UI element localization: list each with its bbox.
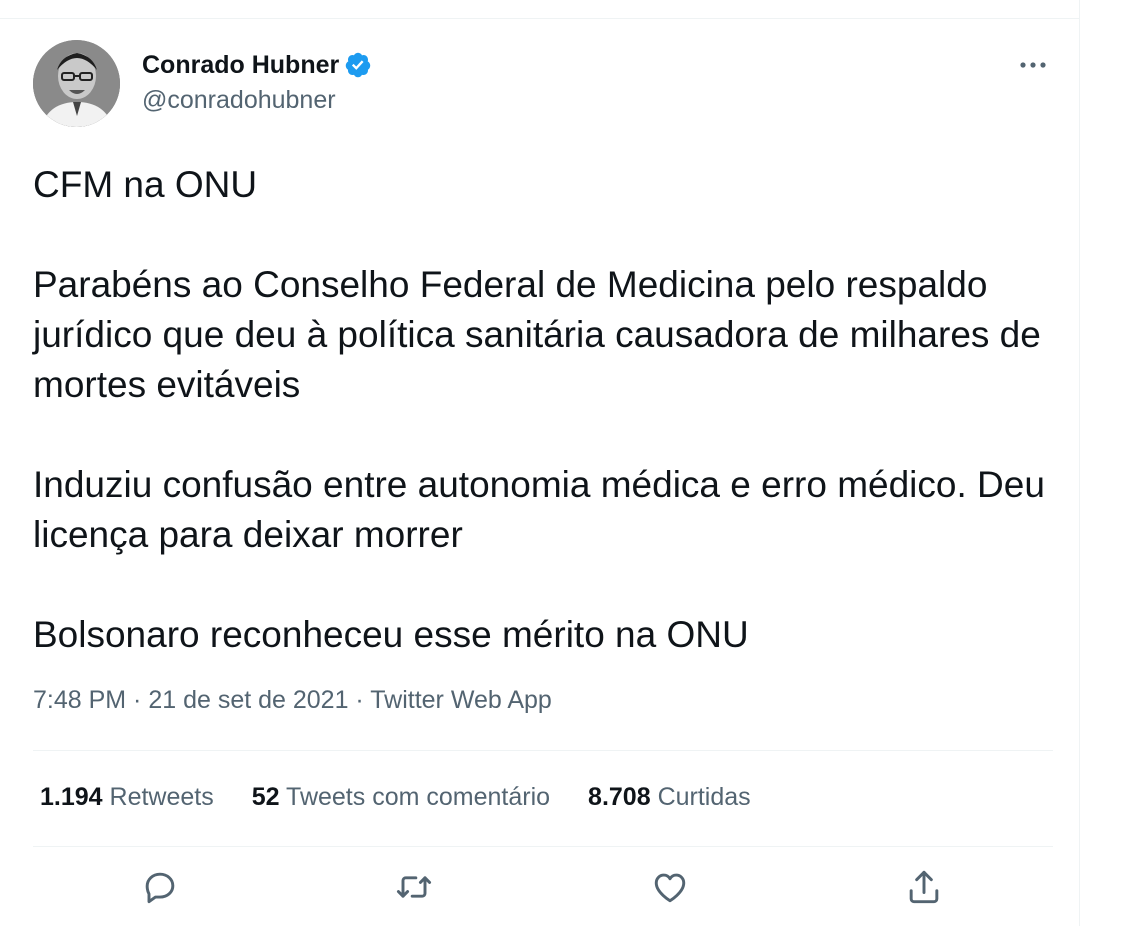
likes-count: 8.708 [588, 783, 651, 811]
top-divider [0, 18, 1080, 19]
retweets-label: Retweets [109, 783, 214, 811]
divider [33, 846, 1053, 847]
action-bar [0, 865, 1080, 911]
verified-badge-icon [345, 52, 371, 78]
likes-stat[interactable]: 8.708 Curtidas [588, 783, 751, 812]
quotes-count: 52 [251, 783, 280, 811]
tweet-meta[interactable]: 7:48 PM · 21 de set de 2021 · Twitter We… [33, 686, 552, 715]
like-icon[interactable] [648, 865, 692, 909]
likes-label: Curtidas [657, 783, 751, 811]
tweet-paragraph: Bolsonaro reconheceu esse mérito na ONU [33, 614, 749, 655]
retweet-icon[interactable] [392, 865, 436, 909]
tweet-header: Conrado Hubner @conradohubner [33, 40, 1053, 130]
avatar[interactable] [33, 40, 120, 127]
quotes-stat[interactable]: 52 Tweets com comentário [252, 783, 550, 812]
quotes-label: Tweets com comentário [286, 783, 551, 811]
share-icon[interactable] [902, 865, 946, 909]
author-name[interactable]: Conrado Hubner [142, 51, 339, 80]
tweet-paragraph: Parabéns ao Conselho Federal de Medicina… [33, 264, 1041, 405]
tweet-text: CFM na ONU Parabéns ao Conselho Federal … [33, 160, 1063, 710]
tweet-card: Conrado Hubner @conradohubner CFM na ONU… [0, 0, 1080, 926]
more-icon[interactable] [1013, 50, 1053, 80]
tweet-stats: 1.194 Retweets 52 Tweets com comentário … [40, 783, 789, 812]
tweet-paragraph: Induziu confusão entre autonomia médica … [33, 464, 1045, 555]
author-handle[interactable]: @conradohubner [142, 86, 336, 115]
divider [33, 750, 1053, 751]
retweets-stat[interactable]: 1.194 Retweets [40, 783, 214, 812]
tweet-paragraph: CFM na ONU [33, 164, 258, 205]
author-row: Conrado Hubner [142, 50, 372, 80]
reply-icon[interactable] [138, 865, 182, 909]
retweets-count: 1.194 [40, 783, 103, 811]
